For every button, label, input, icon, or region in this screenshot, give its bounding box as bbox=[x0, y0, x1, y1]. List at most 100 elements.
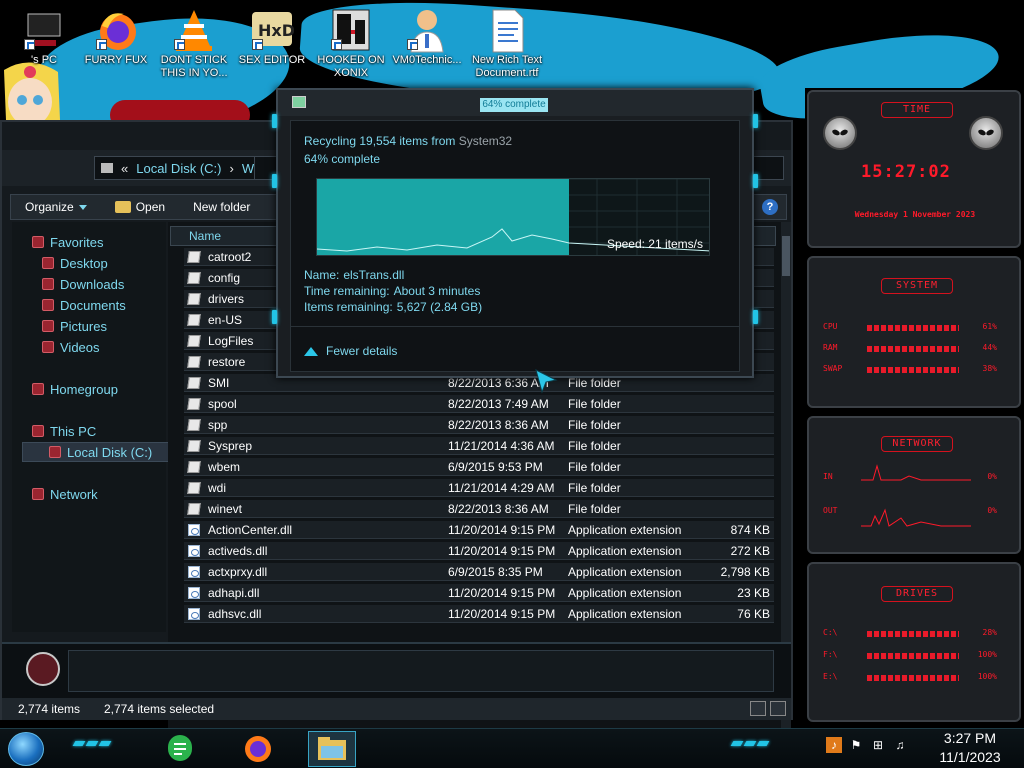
frame-accent bbox=[753, 114, 758, 128]
desktop-icon-firefox[interactable]: FURRY FUX bbox=[76, 6, 156, 67]
file-row[interactable]: spp 8/22/2013 8:36 AM File folder bbox=[184, 416, 774, 434]
file-row[interactable]: ActionCenter.dll 11/20/2014 9:15 PM Applic… bbox=[184, 521, 774, 539]
file-row[interactable]: adhapi.dll 11/20/2014 9:15 PM Application … bbox=[184, 584, 774, 602]
firefox-icon bbox=[94, 6, 138, 54]
meter-value: 28% bbox=[982, 628, 997, 637]
start-button[interactable] bbox=[8, 732, 44, 766]
details-view-icon[interactable] bbox=[750, 701, 766, 716]
taskbar-app-firefox[interactable] bbox=[234, 731, 282, 767]
taskbar-decoration bbox=[730, 741, 770, 746]
frame-accent bbox=[753, 310, 758, 324]
source-folder-link[interactable]: System32 bbox=[459, 134, 512, 148]
desktop-icon-vlc[interactable]: DONT STICK THIS IN YO... bbox=[154, 6, 234, 80]
meter-row: RAM 44% bbox=[823, 343, 1011, 355]
nav-item-documents[interactable]: Documents bbox=[42, 295, 126, 315]
file-row[interactable]: wbem 6/9/2015 9:53 PM File folder bbox=[184, 458, 774, 476]
fewer-details-button[interactable]: Fewer details bbox=[304, 344, 397, 358]
desktop-icon-hxd[interactable]: HxD SEX EDITOR bbox=[232, 6, 312, 67]
file-date: 6/9/2015 8:35 PM bbox=[448, 565, 543, 579]
nav-item-downloads[interactable]: Downloads bbox=[42, 274, 124, 294]
breadcrumb-next[interactable]: W bbox=[242, 161, 254, 176]
scrollbar-thumb[interactable] bbox=[782, 236, 790, 276]
folder-icon bbox=[187, 251, 201, 263]
flag-icon[interactable]: ⚑ bbox=[848, 737, 864, 753]
dialog-title-bar: 64% complete bbox=[278, 90, 752, 116]
breadcrumb-separator[interactable]: › bbox=[229, 161, 233, 176]
network-icon[interactable]: ⊞ bbox=[870, 737, 886, 753]
file-name: spool bbox=[208, 397, 237, 411]
meter-bar bbox=[867, 346, 959, 352]
file-row[interactable]: spool 8/22/2013 7:49 AM File folder bbox=[184, 395, 774, 413]
file-name: Sysprep bbox=[208, 439, 253, 453]
meter-label: C:\ bbox=[823, 628, 838, 637]
file-size: 76 KB bbox=[737, 607, 770, 621]
breadcrumb-local-disk[interactable]: Local Disk (C:) bbox=[136, 161, 221, 176]
column-header-name[interactable]: Name bbox=[189, 229, 221, 243]
file-type: Application extension bbox=[568, 544, 682, 558]
dll-file-icon bbox=[188, 524, 200, 536]
file-name: config bbox=[208, 271, 241, 285]
progress-fill bbox=[317, 179, 569, 255]
nav-item-homegroup[interactable]: Homegroup bbox=[32, 379, 118, 399]
rainmeter-widgets: TIME 15:27:02 Wednesday 1 November 2023 … bbox=[805, 88, 1021, 728]
file-row[interactable]: wdi 11/21/2014 4:29 AM File folder bbox=[184, 479, 774, 497]
help-icon[interactable]: ? bbox=[762, 199, 778, 215]
file-date: 11/21/2014 4:29 AM bbox=[448, 481, 555, 495]
items-remaining-line: Items remaining: 5,627 (2.84 GB) bbox=[304, 300, 482, 314]
meter-label: IN bbox=[823, 472, 833, 481]
organize-button[interactable]: Organize bbox=[11, 200, 101, 214]
nav-item-desktop[interactable]: Desktop bbox=[42, 253, 108, 273]
file-type: File folder bbox=[568, 397, 621, 411]
folder-icon bbox=[114, 201, 131, 213]
speed-label: Speed: 21 items/s bbox=[606, 237, 703, 251]
desktop-icon-this-pc[interactable]: 's PC bbox=[4, 6, 84, 67]
system-tray: ♪ ⚑ ⊞ ♫ bbox=[826, 737, 908, 753]
svg-text:HxD: HxD bbox=[258, 21, 294, 40]
folder-icon bbox=[187, 314, 201, 326]
taskbar-clock[interactable]: 3:27 PM 11/1/2023 bbox=[930, 729, 1010, 767]
nav-item-this-pc[interactable]: This PC bbox=[32, 421, 96, 441]
desktop-icon-label: HOOKED ON XONIX bbox=[317, 54, 385, 79]
file-type: Application extension bbox=[568, 586, 682, 600]
desktop-icon-xonix[interactable]: HOOKED ON XONIX bbox=[311, 6, 391, 80]
nav-item-pictures[interactable]: Pictures bbox=[42, 316, 107, 336]
desktop-icon-label: FURRY FUX bbox=[84, 54, 148, 66]
file-row[interactable]: adhsvc.dll 11/20/2014 9:15 PM Application … bbox=[184, 605, 774, 623]
file-row[interactable]: winevt 8/22/2013 8:36 AM File folder bbox=[184, 500, 774, 518]
file-row[interactable]: actxprxy.dll 6/9/2015 8:35 PM Application … bbox=[184, 563, 774, 581]
large-icons-view-icon[interactable] bbox=[770, 701, 786, 716]
volume-icon[interactable]: ♫ bbox=[892, 737, 908, 753]
homegroup-icon bbox=[32, 383, 44, 395]
desktop-icon-rtf-document[interactable]: New Rich Text Document.rtf bbox=[467, 6, 547, 80]
taskbar-app-explorer[interactable] bbox=[308, 731, 356, 767]
open-button[interactable]: Open bbox=[101, 200, 179, 214]
file-name: winevt bbox=[208, 502, 243, 516]
file-type: File folder bbox=[568, 460, 621, 474]
file-row[interactable]: Sysprep 11/21/2014 4:36 AM File folder bbox=[184, 437, 774, 455]
file-name: spp bbox=[208, 418, 228, 432]
nav-item-network[interactable]: Network bbox=[32, 484, 98, 504]
folder-icon bbox=[187, 419, 201, 431]
file-type: Application extension bbox=[568, 523, 682, 537]
file-type: Application extension bbox=[568, 607, 682, 621]
time-widget: TIME 15:27:02 Wednesday 1 November 2023 bbox=[807, 90, 1021, 248]
nav-item-videos[interactable]: Videos bbox=[42, 337, 100, 357]
details-pane bbox=[2, 642, 791, 698]
taskbar-app-feedly[interactable] bbox=[156, 731, 204, 767]
file-date: 11/21/2014 4:36 AM bbox=[448, 439, 555, 453]
name-value: elsTrans.dll bbox=[343, 268, 405, 282]
dll-file-icon bbox=[188, 608, 200, 620]
new-folder-button[interactable]: New folder bbox=[179, 200, 264, 214]
desktop-icon-vm0technic[interactable]: VM0Technic... bbox=[387, 6, 467, 67]
address-bar[interactable]: « Local Disk (C:) › W bbox=[94, 156, 274, 180]
sound-icon[interactable]: ♪ bbox=[826, 737, 842, 753]
breadcrumb-overflow[interactable]: « bbox=[121, 161, 128, 176]
file-type: File folder bbox=[568, 376, 621, 390]
alien-logo-icon bbox=[823, 116, 857, 150]
file-row[interactable]: activeds.dll 11/20/2014 9:15 PM Applicatio… bbox=[184, 542, 774, 560]
network-widget: NETWORK IN 0% OUT 0% bbox=[807, 416, 1021, 554]
nav-item-local-disk[interactable]: Local Disk (C:) bbox=[22, 442, 176, 462]
progress-speed-graph: Speed: 21 items/s bbox=[316, 178, 710, 256]
nav-item-favorites[interactable]: Favorites bbox=[32, 232, 103, 252]
file-date: 8/22/2013 8:36 AM bbox=[448, 502, 549, 516]
